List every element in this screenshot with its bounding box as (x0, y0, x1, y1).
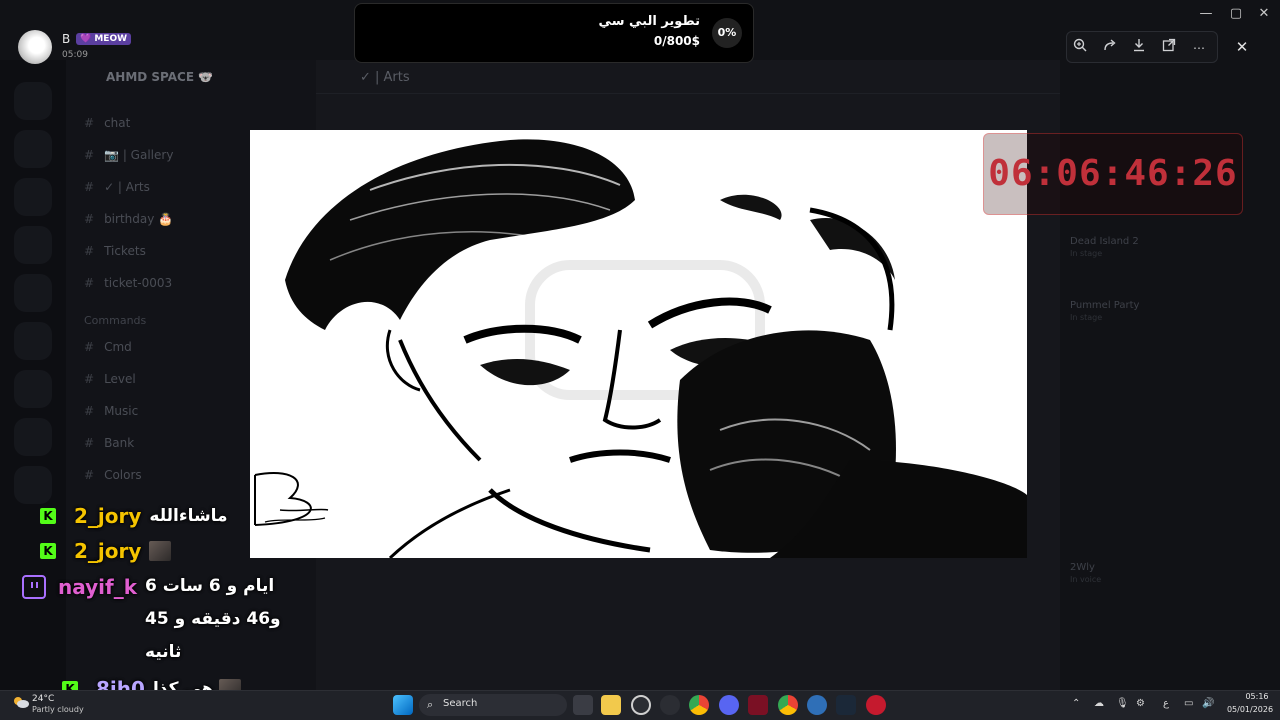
goal-amount: 0/800$ (653, 34, 700, 48)
tray-mic-icon[interactable]: 🎙 (1116, 698, 1129, 709)
chat-username: nayif_k (58, 575, 138, 599)
chat-text-block: ايام و 6 سات 6 و46 دقيقه و 45 ثانيه (145, 570, 281, 669)
channel-item[interactable]: # Bank (84, 436, 134, 450)
channel-item[interactable]: # Music (84, 404, 138, 418)
kick-icon: K (40, 543, 56, 559)
chat-message: nayif_k ايام و 6 سات 6 و46 دقيقه و 45 ثا… (22, 575, 281, 669)
app-icon[interactable] (748, 695, 768, 715)
channel-item-active[interactable]: # ✓ | Arts (84, 180, 150, 194)
server-icon[interactable] (14, 370, 52, 408)
goal-title: تطوير البي سي (598, 14, 700, 29)
twitch-icon (22, 575, 46, 599)
chat-text-line: ايام و 6 سات 6 (145, 576, 275, 596)
network-icon[interactable]: ▭ (1184, 698, 1193, 709)
chat-message: K 2_jory ماشاءالله (40, 504, 228, 528)
goal-percent: 0% (712, 18, 742, 48)
tray-app-icon[interactable]: ⚙ (1136, 698, 1145, 709)
weather-temp: 24°C (32, 694, 55, 704)
countdown-timer: 06:06:46:26 (988, 153, 1238, 194)
channel-item[interactable]: # Level (84, 372, 136, 386)
chat-text-line: ثانيه (145, 642, 182, 662)
member-activity[interactable]: Dead Island 2 In stage (1070, 236, 1139, 258)
server-icon[interactable] (14, 274, 52, 312)
server-name[interactable]: AHMD SPACE 🐨 (106, 70, 213, 84)
server-icon[interactable] (14, 322, 52, 360)
channel-item[interactable]: # Tickets (84, 244, 146, 258)
obs-icon[interactable] (631, 695, 651, 715)
kick-icon: K (40, 508, 56, 524)
close-viewer-button[interactable]: ✕ (1230, 35, 1254, 59)
channel-item[interactable]: # 📷 | Gallery (84, 148, 173, 162)
search-box[interactable] (419, 694, 567, 716)
start-icon[interactable] (393, 695, 413, 715)
app-icon[interactable] (866, 695, 886, 715)
server-icon[interactable] (14, 226, 52, 264)
channel-section-header[interactable]: Commands (84, 314, 146, 327)
sketch-drawing (250, 130, 1027, 558)
meow-badge: 💜 MEOW (76, 33, 132, 45)
download-icon[interactable] (1128, 38, 1150, 58)
streamer-initial: B (62, 32, 71, 46)
server-icon[interactable] (14, 466, 52, 504)
discord-icon[interactable] (719, 695, 739, 715)
channel-item[interactable]: # Colors (84, 468, 142, 482)
artwork-image[interactable] (250, 130, 1027, 558)
zoom-in-icon[interactable] (1069, 38, 1091, 58)
file-explorer-icon[interactable] (601, 695, 621, 715)
channel-item[interactable]: # chat (84, 116, 130, 130)
app-icon[interactable] (807, 695, 827, 715)
weather-icon[interactable] (12, 694, 30, 708)
volume-icon[interactable]: 🔊 (1202, 698, 1214, 709)
steam-icon[interactable] (836, 695, 856, 715)
stream-time: 05:09 (62, 50, 88, 60)
tray-chevron-icon[interactable]: ⌃ (1072, 698, 1080, 709)
channel-item[interactable]: # birthday 🎂 (84, 212, 173, 226)
forward-icon[interactable] (1099, 38, 1121, 58)
chrome-icon[interactable] (689, 695, 709, 715)
settings-icon[interactable] (660, 695, 680, 715)
chat-message: K 2_jory (40, 539, 172, 563)
server-icon[interactable] (14, 82, 52, 120)
chrome-alt-icon[interactable] (778, 695, 798, 715)
channel-title: ✓ | Arts (360, 70, 410, 85)
chat-username: 2_jory (74, 504, 142, 528)
minimize-icon[interactable]: — (1196, 6, 1216, 22)
search-placeholder: Search (443, 698, 478, 709)
close-window-icon[interactable]: ✕ (1254, 6, 1274, 22)
server-icon[interactable] (14, 178, 52, 216)
tray-app-icon[interactable]: ☁ (1094, 698, 1104, 709)
donation-goal-widget (354, 3, 754, 63)
channel-item[interactable]: # ticket-0003 (84, 276, 172, 290)
channel-item[interactable]: # Cmd (84, 340, 132, 354)
clock-time[interactable]: 05:16 (1235, 692, 1279, 701)
channel-header (316, 62, 1060, 94)
chat-username: 2_jory (74, 539, 142, 563)
keyboard-language[interactable]: ع (1163, 698, 1169, 709)
server-icon[interactable] (14, 418, 52, 456)
task-view-icon[interactable] (573, 695, 593, 715)
open-external-icon[interactable] (1158, 38, 1180, 58)
weather-desc: Partly cloudy (32, 705, 84, 714)
clock-date[interactable]: 05/01/2026 (1222, 705, 1278, 714)
streamer-avatar (18, 30, 52, 64)
server-icon[interactable] (14, 130, 52, 168)
maximize-icon[interactable]: ▢ (1226, 6, 1246, 22)
search-icon: ⌕ (427, 698, 434, 711)
emote-image (149, 541, 172, 561)
chat-text-line: و46 دقيقه و 45 (145, 609, 281, 629)
member-activity[interactable]: Pummel Party In stage (1070, 300, 1139, 322)
chat-text: ماشاءالله (149, 506, 228, 526)
more-options-icon[interactable]: ⋯ (1188, 38, 1210, 58)
member-activity[interactable]: 2Wly In voice (1070, 562, 1101, 584)
